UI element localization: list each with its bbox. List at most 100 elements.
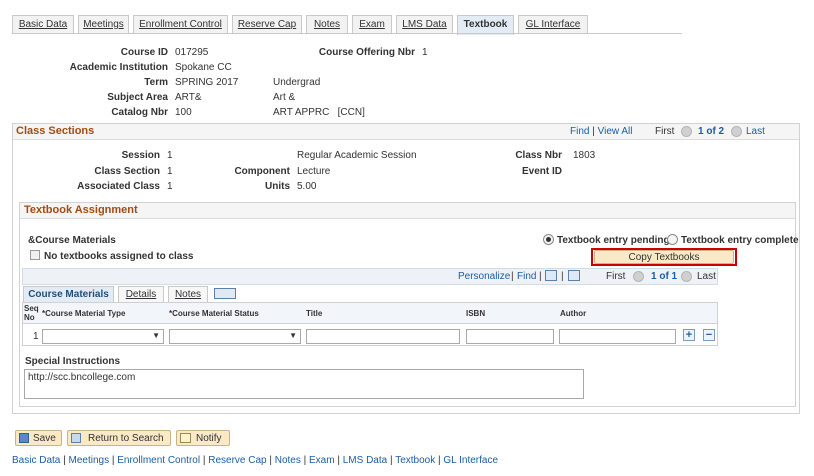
offering-value: 1 — [422, 47, 428, 58]
tab-gl-interface[interactable]: GL Interface — [518, 15, 588, 34]
add-row-icon[interactable]: + — [683, 329, 695, 341]
separator: | — [387, 455, 396, 466]
footer-link-basic-data[interactable]: Basic Data — [12, 455, 60, 466]
class-nbr-value: 1803 — [573, 150, 596, 161]
prev-arrow-icon[interactable] — [681, 126, 692, 137]
units-label: Units — [265, 181, 290, 192]
catalog-label: Catalog Nbr — [111, 107, 168, 118]
next-arrow-icon[interactable] — [731, 126, 742, 137]
tab-divider — [12, 33, 682, 34]
last-link[interactable]: Last — [746, 126, 765, 137]
row-seq-value: 1 — [33, 331, 39, 342]
view-grid-icon[interactable] — [545, 270, 557, 281]
footer-link-lms-data[interactable]: LMS Data — [343, 455, 387, 466]
session-desc: Regular Academic Session — [297, 150, 417, 161]
footer-link-reserve-cap[interactable]: Reserve Cap — [208, 455, 266, 466]
personalize-link[interactable]: Personalize — [458, 271, 510, 282]
footer-link-exam[interactable]: Exam — [309, 455, 335, 466]
material-type-select[interactable]: ▼ — [42, 329, 164, 344]
delete-row-icon[interactable]: − — [703, 329, 715, 341]
tab-basic-data[interactable]: Basic Data — [12, 15, 74, 34]
save-button[interactable]: Save — [15, 430, 62, 446]
notify-button[interactable]: Notify — [176, 430, 230, 446]
institution-value: Spokane CC — [175, 62, 232, 73]
author-input[interactable] — [559, 329, 676, 344]
footer-link-gl-interface[interactable]: GL Interface — [443, 455, 498, 466]
footer-link-enrollment-control[interactable]: Enrollment Control — [117, 455, 200, 466]
separator: | — [60, 455, 69, 466]
grid-first-label: First — [606, 271, 626, 282]
subtab-notes[interactable]: Notes — [168, 286, 208, 302]
subtab-course-materials[interactable]: Course Materials — [23, 286, 114, 302]
offering-label: Course Offering Nbr — [318, 47, 415, 58]
tab-enrollment-control[interactable]: Enrollment Control — [133, 15, 228, 34]
separator: | — [266, 455, 275, 466]
title-input[interactable] — [306, 329, 460, 344]
career-value: Undergrad — [273, 77, 321, 88]
col-isbn: ISBN — [466, 309, 486, 318]
return-to-search-button[interactable]: Return to Search — [67, 430, 171, 446]
tab-exam[interactable]: Exam — [352, 15, 392, 34]
subtab-details[interactable]: Details — [118, 286, 164, 302]
material-status-select[interactable]: ▼ — [169, 329, 301, 344]
grid-find-link[interactable]: Find — [517, 271, 536, 282]
return-to-search-label: Return to Search — [88, 433, 164, 444]
component-label: Component — [234, 166, 290, 177]
save-icon — [19, 433, 29, 443]
separator: | — [539, 271, 542, 282]
notify-label: Notify — [196, 433, 222, 444]
term-value: SPRING 2017 — [175, 77, 239, 88]
separator: | — [200, 455, 209, 466]
class-sections-title: Class Sections — [16, 125, 95, 137]
complete-radio[interactable] — [667, 234, 678, 245]
view-all-link[interactable]: View All — [598, 126, 633, 137]
show-all-columns-icon[interactable] — [214, 288, 236, 299]
class-section-value: 1 — [167, 166, 173, 177]
col-material-status: *Course Material Status — [169, 309, 259, 318]
units-value: 5.00 — [297, 181, 317, 192]
col-seq: Seq — [24, 304, 39, 313]
save-label: Save — [33, 433, 56, 444]
class-sections-nav: Find | View All — [570, 126, 633, 137]
institution-label: Academic Institution — [69, 62, 168, 73]
no-textbooks-label: No textbooks assigned to class — [44, 251, 194, 262]
separator: | — [561, 271, 564, 282]
component-value: Lecture — [297, 166, 331, 177]
col-author: Author — [560, 309, 587, 318]
col-material-type: *Course Material Type — [42, 309, 126, 318]
course-id-label: Course ID — [120, 47, 168, 58]
associated-class-label: Associated Class — [77, 181, 160, 192]
no-textbooks-checkbox[interactable] — [30, 250, 40, 260]
find-link[interactable]: Find — [570, 126, 589, 137]
pending-radio[interactable] — [543, 234, 554, 245]
term-label: Term — [144, 77, 168, 88]
copy-textbooks-button[interactable]: Copy Textbooks — [594, 250, 734, 264]
tab-notes[interactable]: Notes — [306, 15, 348, 34]
subject-value: ART& — [175, 92, 202, 103]
grid-row-count: 1 of 1 — [651, 271, 678, 282]
tab-reserve-cap[interactable]: Reserve Cap — [232, 15, 302, 34]
associated-class-value: 1 — [167, 181, 173, 192]
tab-textbook[interactable]: Textbook — [457, 15, 514, 35]
course-materials-label: &Course Materials — [28, 235, 116, 246]
textbook-assignment-title: Textbook Assignment — [24, 204, 138, 216]
class-nbr-label: Class Nbr — [515, 150, 562, 161]
separator: | — [300, 455, 310, 466]
download-icon[interactable] — [568, 270, 580, 281]
footer-link-notes[interactable]: Notes — [275, 455, 301, 466]
grid-next-arrow-icon[interactable] — [681, 271, 692, 282]
catalog-desc: ART APPRC [CCN] — [273, 107, 365, 118]
isbn-input[interactable] — [466, 329, 554, 344]
pending-label: Textbook entry pending — [557, 235, 670, 246]
footer-link-textbook[interactable]: Textbook — [395, 455, 435, 466]
special-instructions-textarea[interactable]: http://scc.bncollege.com — [24, 369, 584, 399]
notify-icon — [180, 433, 191, 443]
event-id-label: Event ID — [521, 166, 562, 177]
tab-lms-data[interactable]: LMS Data — [396, 15, 453, 34]
separator: | — [511, 271, 514, 282]
dropdown-arrow-icon: ▼ — [152, 331, 160, 340]
footer-link-meetings[interactable]: Meetings — [69, 455, 110, 466]
subject-desc: Art & — [273, 92, 296, 103]
tab-meetings[interactable]: Meetings — [78, 15, 129, 34]
grid-prev-arrow-icon[interactable] — [633, 271, 644, 282]
